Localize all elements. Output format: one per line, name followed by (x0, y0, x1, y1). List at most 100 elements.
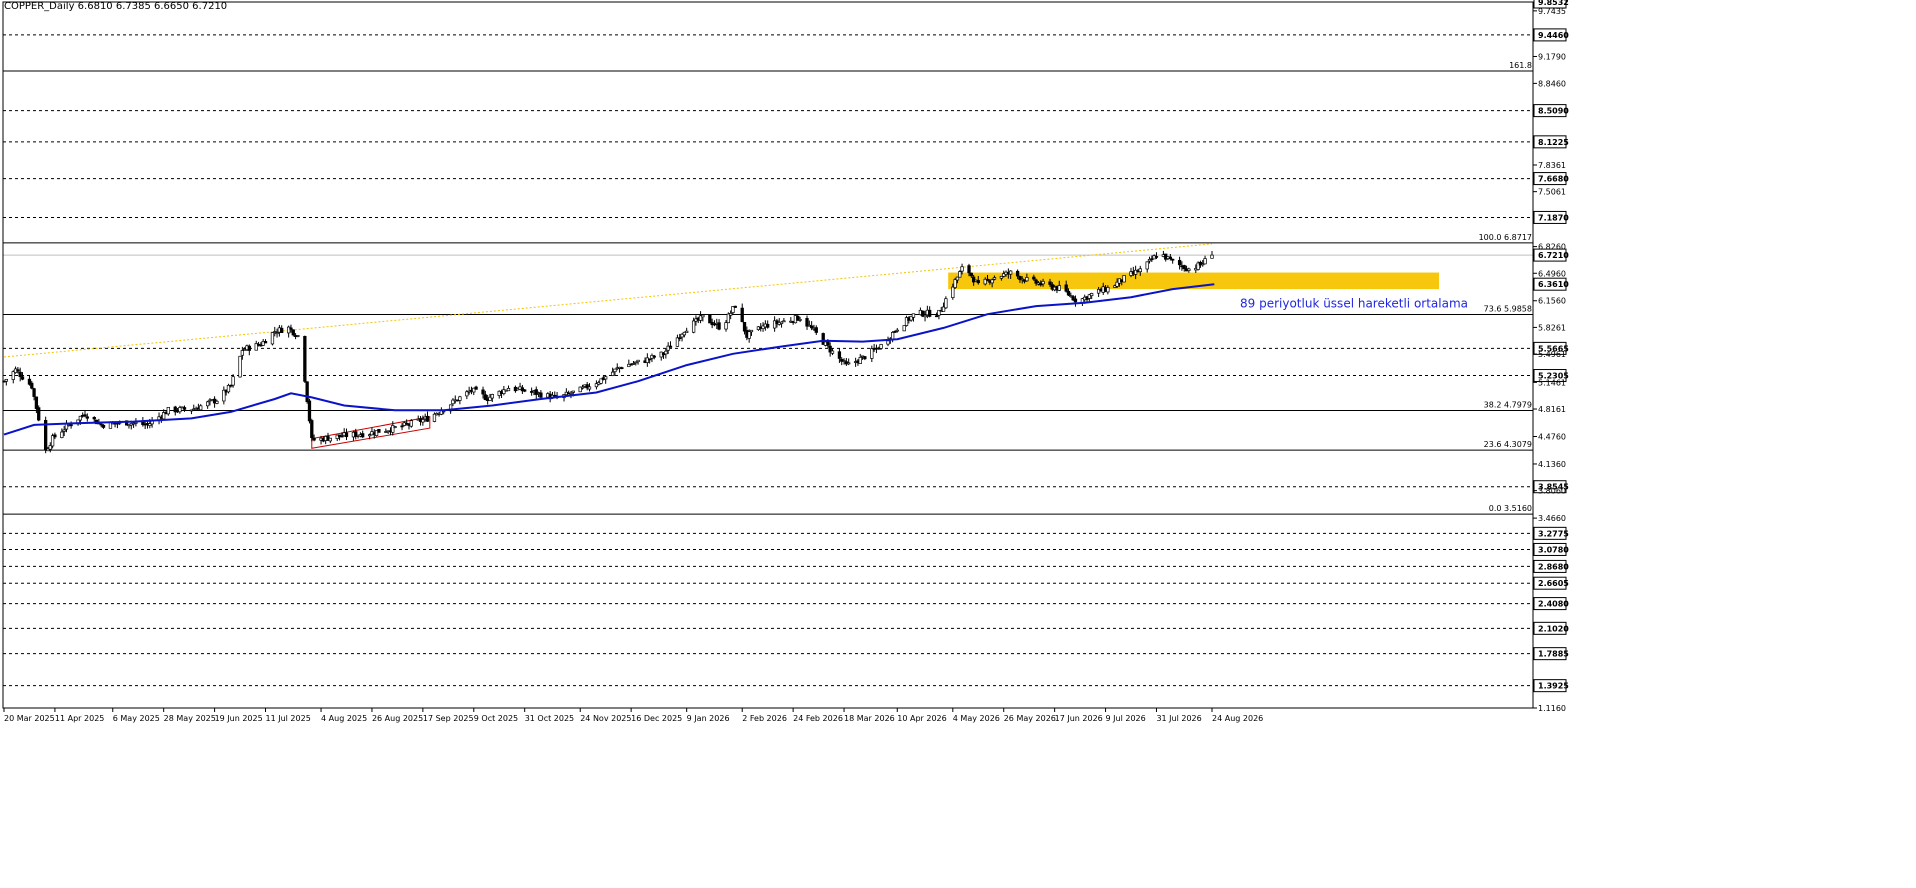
x-tick-label: 11 Apr 2025 (55, 714, 104, 723)
candle-body (740, 307, 744, 322)
candle-body (733, 305, 737, 308)
candle-body (458, 396, 462, 401)
candle-body (766, 323, 770, 328)
level-lines (3, 34, 1533, 687)
candle-body (610, 371, 615, 376)
x-tick-label: 4 May 2026 (953, 714, 1000, 723)
x-tick-label: 11 Jul 2025 (266, 714, 311, 723)
price-chart[interactable]: 161.8 100.0 6.8717 73.6 5.9858 38.2 4.7979 2… (0, 0, 1916, 888)
y-tick-label: 3.0780 (1538, 545, 1569, 554)
candle-body (182, 407, 187, 410)
candle-body (101, 424, 106, 428)
candle-body (708, 314, 712, 324)
candle-body (432, 413, 437, 422)
y-tick-label: 3.8060 (1538, 487, 1566, 496)
candle-body (405, 422, 409, 425)
candle-body (870, 348, 874, 359)
candle-body (263, 341, 268, 344)
y-tick-label: 8.8460 (1538, 79, 1566, 88)
candle-body (400, 425, 404, 428)
y-tick-label: 6.4960 (1538, 269, 1566, 278)
candle-body (782, 320, 786, 323)
candle-body (717, 322, 721, 330)
candle-body (976, 280, 980, 284)
plot-frame (2, 1, 1534, 709)
candle-body (506, 388, 511, 392)
fib-level-label: 23.6 4.3079 (1484, 440, 1532, 449)
candle-body (523, 389, 527, 392)
candle-body (305, 381, 309, 403)
candle-body (215, 400, 219, 404)
candle-body (409, 420, 413, 427)
fib-level-label: 161.8 (1509, 61, 1532, 70)
fib-level-label: 100.0 6.8717 (1479, 233, 1532, 242)
candle-body (953, 279, 957, 288)
candle-body (1048, 281, 1052, 285)
candle-body (1066, 290, 1071, 296)
candle-body (166, 406, 170, 415)
candle-body (652, 355, 656, 358)
x-tick-label: 31 Oct 2025 (525, 714, 574, 723)
x-tick-label: 24 Aug 2026 (1212, 714, 1263, 723)
candle-body (199, 405, 203, 411)
candle-body (1032, 276, 1036, 280)
y-tick-label: 5.4961 (1538, 350, 1566, 359)
candle-body (992, 277, 997, 280)
candle-body (303, 335, 307, 382)
candle-body (1177, 259, 1182, 266)
candle-body (569, 393, 573, 395)
x-tick-label: 9 Jul 2026 (1106, 714, 1146, 723)
x-tick-label: 26 May 2026 (1004, 714, 1056, 723)
x-tick-label: 4 Aug 2025 (321, 714, 367, 723)
candle-body (1073, 298, 1078, 303)
candle-body (20, 376, 25, 380)
y-tick-label: 3.2775 (1538, 529, 1569, 538)
candle-body (1187, 268, 1191, 271)
fib-level-label: 73.6 5.9858 (1484, 305, 1532, 314)
y-tick-label: 6.1560 (1538, 297, 1566, 306)
x-tick-label: 6 May 2025 (113, 714, 160, 723)
y-tick-label: 3.4660 (1538, 514, 1566, 523)
candle-body (1122, 275, 1126, 283)
candle-body (847, 362, 851, 365)
candle-body (664, 350, 668, 355)
y-tick-label: 6.3610 (1538, 280, 1569, 289)
ema89-line (3, 283, 1215, 436)
candle-body (377, 429, 381, 433)
x-tick-label: 20 Mar 2025 (4, 714, 55, 723)
candle-body (1009, 270, 1013, 275)
candle-body (62, 429, 66, 432)
candle-body (648, 358, 652, 361)
candle-body (361, 433, 365, 438)
candle-body (675, 337, 680, 347)
candle-body (231, 376, 235, 386)
candle-body (240, 350, 245, 356)
candle-body (701, 314, 705, 318)
candle-body (809, 325, 814, 329)
fib-level-label: 38.2 4.7979 (1484, 400, 1532, 409)
candle-body (858, 357, 862, 364)
x-tick-label: 2 Feb 2026 (742, 714, 787, 723)
candle-body (571, 390, 575, 393)
candle-body (296, 335, 300, 337)
y-tick-label: 1.3925 (1538, 682, 1569, 691)
y-tick-label: 8.5090 (1538, 107, 1569, 116)
candle-body (969, 272, 973, 277)
candle-body (474, 386, 478, 390)
candle-body (691, 320, 696, 333)
candle-body (636, 359, 640, 363)
x-tick-label: 9 Oct 2025 (474, 714, 518, 723)
y-tick-label: 7.6680 (1538, 175, 1569, 184)
candle-body (310, 420, 314, 439)
y-tick-label: 2.1020 (1538, 624, 1569, 633)
candle-body (134, 422, 138, 424)
y-tick-label: 9.1790 (1538, 52, 1566, 61)
y-tick-label: 4.4760 (1538, 432, 1566, 441)
y-tick-label: 9.7435 (1538, 7, 1566, 16)
x-tick-label: 17 Jun 2026 (1055, 714, 1103, 723)
candle-body (779, 321, 784, 324)
y-tick-label: 5.8261 (1538, 323, 1566, 332)
candle-body (16, 369, 20, 372)
candle-body (1210, 254, 1214, 259)
candle-body (280, 327, 284, 333)
